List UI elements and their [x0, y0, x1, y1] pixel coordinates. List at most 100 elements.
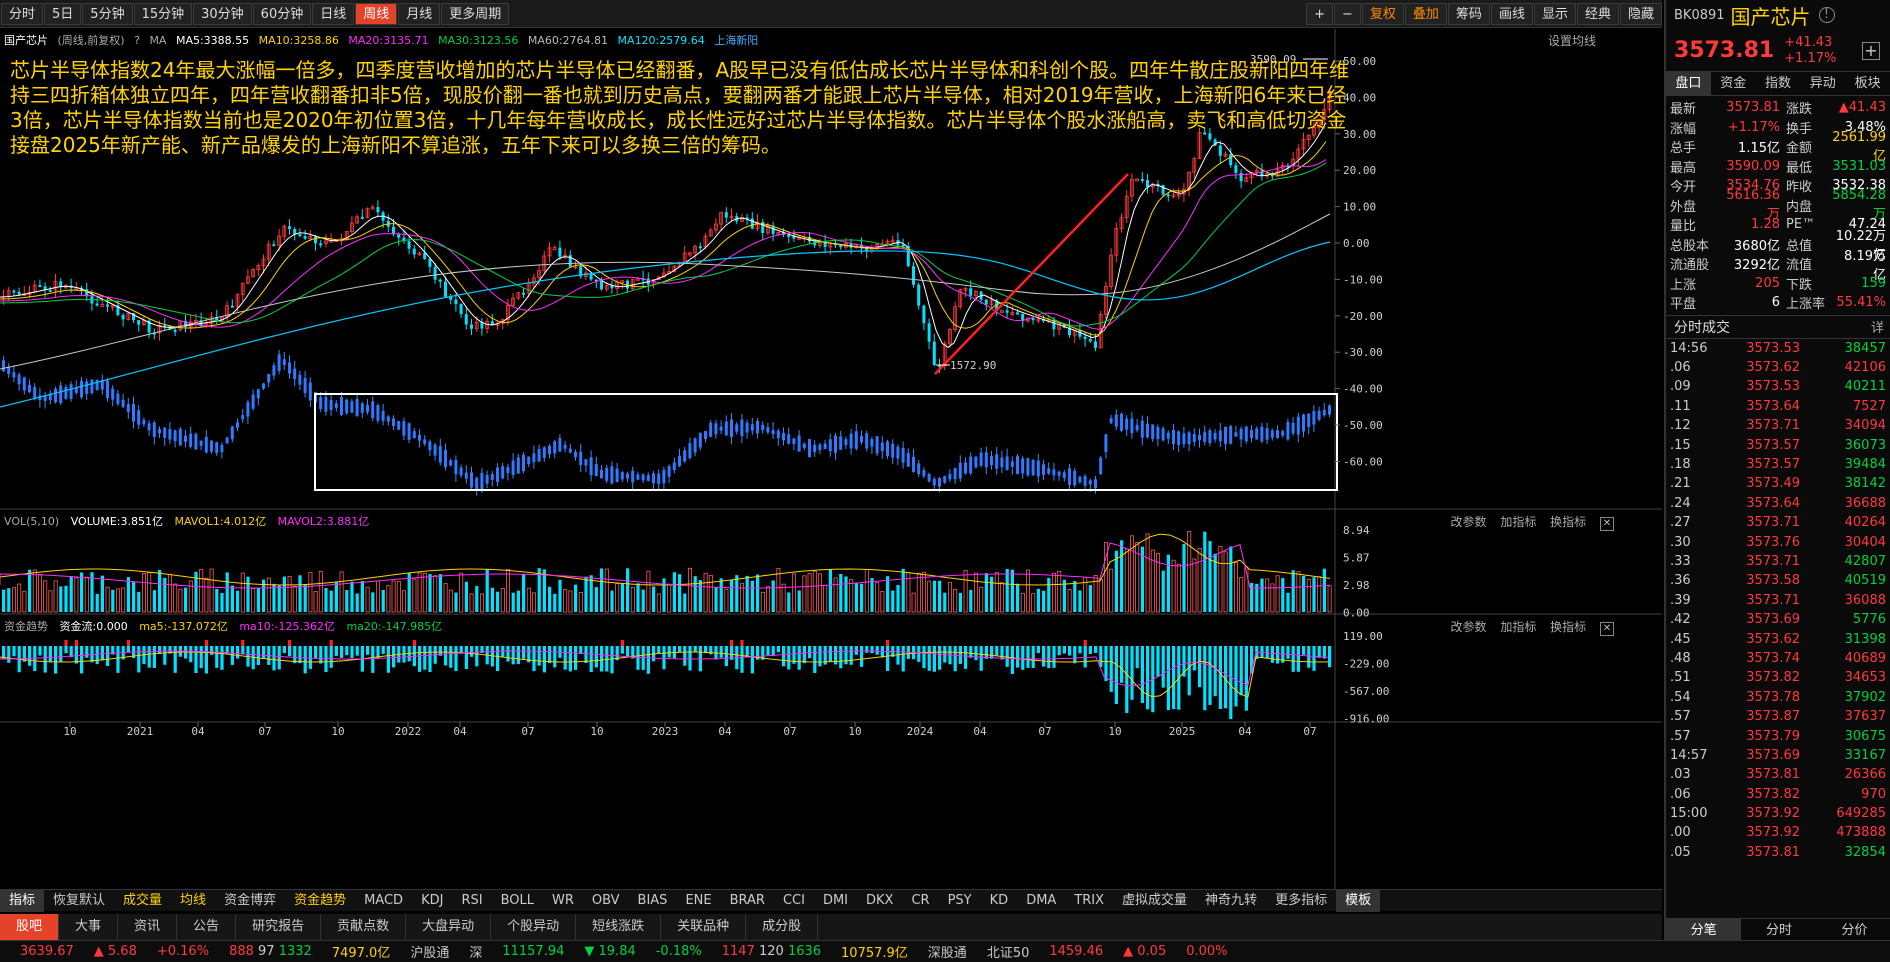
indicator-tab[interactable]: MACD [355, 890, 412, 912]
bottom-tab[interactable]: 关联品种 [661, 914, 747, 940]
overlay-candle [1094, 479, 1097, 489]
period-tab[interactable]: 30分钟 [193, 2, 252, 25]
close-icon[interactable]: ✕ [1600, 517, 1614, 531]
add-indicator-button[interactable]: 加指标 [1500, 620, 1536, 634]
volume-bar [303, 583, 307, 612]
side-tab[interactable]: 指数 [1756, 72, 1801, 95]
bottom-tab[interactable]: 资讯 [118, 914, 178, 940]
side-bottom-tab[interactable]: 分时 [1741, 919, 1816, 940]
chips-button[interactable]: 筹码 [1447, 3, 1490, 25]
bottom-tab[interactable]: 短线涨跌 [576, 914, 662, 940]
side-bottom-tab[interactable]: 分价 [1817, 919, 1890, 940]
tick-price: 3573.76 [1746, 534, 1800, 550]
period-tab[interactable]: 日线 [312, 2, 355, 25]
period-tab[interactable]: 60分钟 [252, 2, 312, 25]
tick-detail-button[interactable]: 详 [1871, 317, 1884, 336]
kline-chart-svg[interactable]: 3590.091572.9050.0040.0030.0020.0010.000… [0, 29, 1662, 889]
indicator-tab[interactable]: 资金趋势 [285, 890, 355, 912]
bottom-tab[interactable]: 股吧 [0, 914, 60, 940]
indicator-tab[interactable]: DMI [814, 890, 857, 912]
indicator-tab[interactable]: BOLL [492, 890, 543, 912]
chart-area[interactable]: 3590.09 1572.90 50.00 40.00 30.00 20.00 10.00 0… [0, 29, 1662, 889]
indicator-tab[interactable]: 模板 [1336, 889, 1381, 912]
price-axis-label: -50.00 [1343, 419, 1383, 432]
side-tab[interactable]: 异动 [1800, 72, 1845, 95]
flow-bar [194, 646, 198, 673]
period-tab[interactable]: 15分钟 [133, 2, 193, 25]
side-tab[interactable]: 板块 [1845, 72, 1890, 95]
adjust-dropdown[interactable]: 复权 [1361, 3, 1404, 25]
hgt-link[interactable]: 沪股通 [410, 942, 449, 961]
bottom-tab[interactable]: 大盘异动 [406, 914, 492, 940]
indicator-tab[interactable]: 指标 [0, 889, 45, 912]
indicator-tab[interactable]: ENE [676, 890, 720, 912]
flow-bar [423, 646, 427, 670]
draw-line-button[interactable]: 画线 [1490, 3, 1533, 25]
indicator-tab[interactable]: CCI [774, 890, 814, 912]
indicator-tab[interactable]: 恢复默认 [44, 890, 114, 912]
indicator-tab[interactable]: DMA [1017, 890, 1065, 912]
bottom-tab[interactable]: 成分股 [746, 914, 819, 940]
indicator-tab[interactable]: 成交量 [114, 890, 171, 912]
close-icon[interactable]: ✕ [1600, 622, 1614, 636]
indicator-tab[interactable]: 神奇九转 [1196, 890, 1266, 912]
info-icon[interactable]: ! [1818, 7, 1835, 23]
bottom-tab[interactable]: 公告 [177, 914, 237, 940]
indicator-tab[interactable]: CR [902, 890, 938, 912]
tick-row: .42 3573.69 5776 [1670, 610, 1886, 629]
indicator-tab[interactable]: 更多指标 [1266, 890, 1336, 912]
set-ma-button[interactable]: 设置均线 [1548, 32, 1596, 49]
period-tab[interactable]: 月线 [398, 2, 441, 25]
tick-list[interactable]: 14:56 3573.53 38457 .06 3573.62 42106 .09 3573.… [1666, 339, 1890, 863]
help-icon[interactable]: ? [134, 34, 140, 47]
indicator-tab[interactable]: PSY [939, 890, 981, 912]
volume-bar [459, 572, 464, 613]
overlay-candle [995, 454, 999, 469]
display-dropdown[interactable]: 显示 [1533, 3, 1576, 25]
indicator-tab[interactable]: RSI [452, 890, 491, 912]
volume-bar [1296, 571, 1301, 613]
volume-bar [339, 571, 344, 613]
bz-price: 1459.46 [1049, 944, 1104, 959]
indicator-tab[interactable]: BRAR [721, 890, 774, 912]
bottom-tab[interactable]: 个股异动 [491, 914, 577, 940]
indicator-tab[interactable]: 虚拟成交量 [1113, 890, 1196, 912]
period-tab[interactable]: 5分钟 [82, 2, 133, 25]
edit-params-button[interactable]: 改参数 [1450, 515, 1486, 529]
price-candle [1016, 312, 1019, 315]
side-tab[interactable]: 资金 [1711, 72, 1756, 95]
zoom-out-button[interactable]: − [1333, 3, 1361, 25]
x-axis-label: 07 [1038, 725, 1051, 738]
add-watchlist-icon[interactable]: + [1862, 41, 1880, 60]
indicator-tab[interactable]: WR [543, 890, 583, 912]
side-tab[interactable]: 盘口 [1666, 72, 1711, 95]
sgt-link[interactable]: 深股通 [928, 942, 967, 961]
period-tab-active[interactable]: 周线 [355, 2, 398, 25]
flow-bar-positive [412, 640, 416, 646]
zoom-in-button[interactable]: + [1306, 3, 1333, 25]
period-tab[interactable]: 分时 [1, 2, 44, 25]
indicator-tab[interactable]: 资金博弈 [215, 890, 285, 912]
bottom-tab[interactable]: 大事 [59, 914, 119, 940]
indicator-tab[interactable]: TRIX [1065, 890, 1113, 912]
indicator-tab[interactable]: OBV [583, 890, 629, 912]
more-periods-dropdown[interactable]: 更多周期 [441, 2, 510, 25]
hide-button[interactable]: 隐藏 [1619, 3, 1662, 25]
overlay-candle [1010, 461, 1014, 467]
overlay-stock-label[interactable]: 上海新阳 [714, 34, 758, 47]
indicator-tab[interactable]: KD [981, 890, 1018, 912]
indicator-tab[interactable]: KDJ [412, 890, 452, 912]
side-bottom-tab[interactable]: 分笔 [1666, 919, 1742, 940]
indicator-tab[interactable]: BIAS [629, 890, 677, 912]
period-tab[interactable]: 5日 [44, 2, 82, 25]
classic-button[interactable]: 经典 [1576, 3, 1619, 25]
indicator-tab[interactable]: 均线 [171, 890, 215, 912]
add-indicator-button[interactable]: 加指标 [1500, 515, 1536, 529]
change-indicator-button[interactable]: 换指标 [1550, 620, 1586, 634]
bottom-tab[interactable]: 研究报告 [236, 914, 322, 940]
change-indicator-button[interactable]: 换指标 [1550, 515, 1586, 529]
edit-params-button[interactable]: 改参数 [1450, 620, 1486, 634]
indicator-tab[interactable]: DKX [857, 890, 902, 912]
overlay-dropdown[interactable]: 叠加 [1404, 3, 1447, 25]
bottom-tab[interactable]: 贡献点数 [321, 914, 407, 940]
